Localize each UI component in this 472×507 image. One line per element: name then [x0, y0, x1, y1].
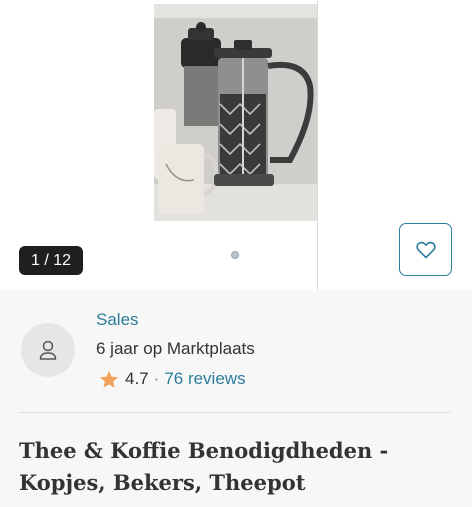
star-icon — [100, 370, 118, 388]
rating-value: 4.7 — [125, 369, 149, 388]
user-icon — [39, 340, 57, 360]
seller-member-since: 6 jaar op Marktplaats — [96, 339, 255, 358]
listing-title: Thee & Koffie Benodigdheden - Kopjes, Be… — [19, 438, 389, 495]
french-press-photo — [154, 4, 317, 221]
seller-card: Sales 6 jaar op Marktplaats 4.7 · 76 rev… — [0, 290, 472, 507]
image-counter: 1 / 12 — [19, 246, 83, 275]
seller-name-link[interactable]: Sales — [96, 310, 139, 330]
reviews-link[interactable]: 76 reviews — [164, 369, 245, 389]
gallery-pagination-dot[interactable] — [231, 251, 239, 259]
listing-page: 1 / 12 Sales 6 jaar op Marktplaats 4.7 ·… — [0, 0, 472, 507]
listing-photo[interactable] — [154, 4, 317, 221]
image-gallery[interactable]: 1 / 12 — [0, 0, 472, 290]
seller-rating: 4.7 · 76 reviews — [99, 368, 246, 390]
rating-separator: · — [153, 369, 160, 388]
gallery-divider — [317, 0, 318, 290]
heart-icon — [415, 241, 436, 258]
section-divider — [19, 412, 451, 413]
seller-avatar[interactable] — [21, 323, 75, 377]
favorite-button[interactable] — [399, 223, 452, 276]
